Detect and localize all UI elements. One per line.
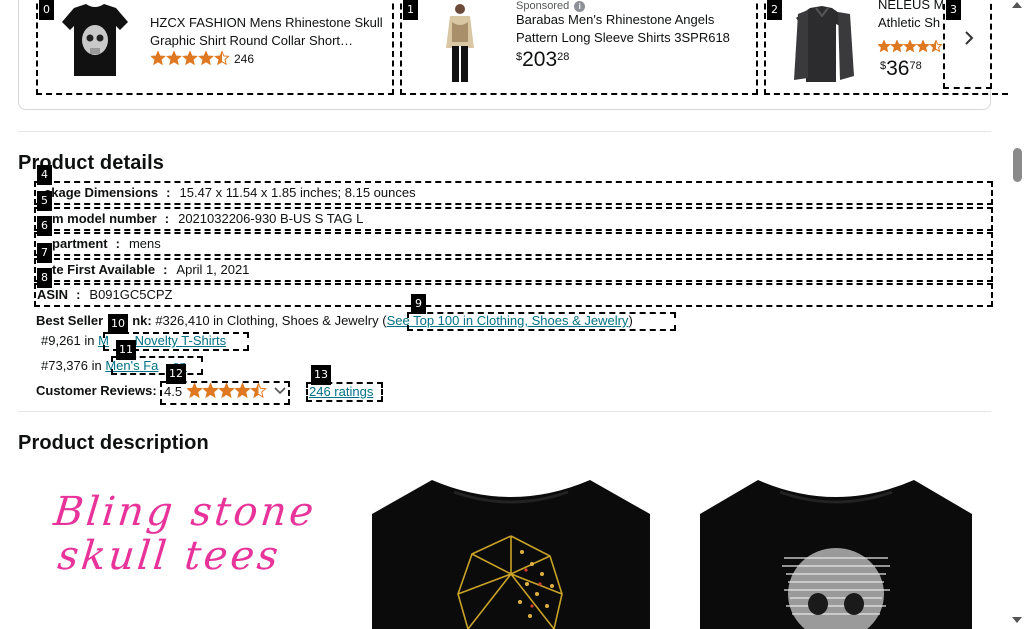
scroll-down-arrow-icon[interactable]	[1012, 617, 1022, 623]
carousel-card-1[interactable]: Sponsored i Barabas Men's Rhinestone Ang…	[400, 0, 758, 95]
rating-count[interactable]: 246	[234, 52, 254, 66]
price-whole: 203	[522, 48, 558, 71]
element-badge-2: 2	[767, 0, 782, 20]
product-image-angel-shirt[interactable]	[440, 2, 480, 86]
detail-row-department: partment: mens	[34, 232, 993, 256]
price-fraction: 78	[909, 60, 922, 72]
best-sellers-main-rank: #326,410 in Clothing, Shoes & Jewelry (	[155, 313, 387, 328]
star-fill	[203, 383, 218, 398]
detail-label: m model number	[52, 211, 157, 226]
product-title-line2[interactable]: Graphic Shirt Round Collar Short…	[150, 32, 383, 50]
star-fill	[235, 383, 250, 398]
product-title-line1[interactable]: HZCX FASHION Mens Rhinestone Skull	[150, 14, 383, 32]
description-image-gold-skull-tee	[372, 474, 650, 629]
product-image-skull-tee[interactable]	[60, 2, 130, 78]
detail-value: 15.47 x 11.54 x 1.85 inches; 8.15 ounces	[179, 185, 416, 200]
product-title-line2[interactable]: Athletic Sh	[878, 14, 952, 32]
detail-row-item-model-number: m model number:2021032206-930 B-US S TAG…	[34, 207, 993, 231]
ratings-count-link[interactable]: 246 ratings	[309, 384, 373, 399]
product-description-heading: Product description	[18, 432, 209, 454]
element-badge-9: 9	[411, 294, 426, 314]
detail-label: ASIN	[37, 287, 69, 302]
detail-separator: :	[76, 287, 81, 302]
element-badge-8: 8	[37, 268, 52, 288]
banner-line1: Bling stone	[51, 489, 319, 535]
star-fill	[187, 383, 202, 398]
detail-row-package-dimensions: ckage Dimensions:15.47 x 11.54 x 1.85 in…	[34, 181, 993, 205]
detail-value: April 1, 2021	[176, 262, 250, 277]
description-banner-image: Bling stone skull tees	[40, 489, 350, 600]
carousel-card-0[interactable]: HZCX FASHION Mens Rhinestone Skull Graph…	[36, 0, 394, 95]
detail-separator: :	[164, 211, 170, 226]
detail-value: 2021032206-930 B-US S TAG L	[178, 211, 364, 226]
rating-value: 4.5	[164, 383, 183, 399]
element-badge-11: 11	[116, 340, 136, 360]
info-icon[interactable]: i	[574, 0, 586, 12]
chevron-down-icon[interactable]	[274, 387, 286, 395]
scrollbar-thumb[interactable]	[1013, 148, 1022, 182]
star-fill	[199, 51, 213, 65]
star-fill	[183, 51, 197, 65]
product-price: $ 203 28	[516, 48, 569, 72]
scroll-up-arrow-icon[interactable]	[1012, 2, 1022, 8]
detail-row-date-first-available: te First Available: April 1, 2021	[34, 258, 993, 282]
stars-icon	[187, 383, 267, 399]
divider	[18, 131, 991, 132]
product-image-polo-shirts[interactable]	[786, 2, 860, 86]
element-badge-3: 3	[946, 0, 961, 20]
chevron-right-icon[interactable]	[956, 26, 982, 50]
detail-label: ckage Dimensions	[44, 185, 159, 200]
element-badge-1: 1	[403, 0, 418, 20]
detail-value: mens	[128, 236, 161, 251]
detail-value: B091GC5CPZ	[89, 287, 173, 302]
element-badge-4: 4	[37, 165, 52, 185]
element-badge-13: 13	[311, 365, 331, 385]
see-top-100-link-box[interactable]	[407, 312, 676, 331]
star-fill	[167, 51, 181, 65]
best-sellers-label-right: nk:	[132, 313, 152, 328]
product-title-line2[interactable]: Pattern Long Sleeve Shirts 3SPR618	[516, 29, 730, 47]
sub-rank-text: #73,376 in	[41, 358, 106, 373]
stars-icon	[878, 40, 942, 53]
element-badge-5: 5	[37, 191, 52, 211]
product-title-line1[interactable]: NELEUS Me	[878, 0, 952, 14]
page-scrollbar[interactable]	[1010, 0, 1024, 629]
element-badge-0: 0	[39, 0, 54, 20]
price-fraction: 28	[557, 51, 570, 63]
star-rating[interactable]	[878, 40, 942, 55]
element-badge-6: 6	[37, 216, 52, 236]
star-fill	[219, 383, 234, 398]
product-title-line1[interactable]: Barabas Men's Rhinestone Angels	[516, 11, 730, 29]
review-rating[interactable]: 4.5	[164, 383, 286, 399]
detail-separator: :	[163, 262, 168, 277]
banner-line2: skull tees	[55, 533, 284, 579]
detail-label: te First Available	[52, 262, 156, 277]
element-badge-7: 7	[37, 243, 52, 263]
customer-reviews-label: Customer Reviews:	[36, 383, 157, 398]
element-badge-12: 12	[166, 364, 186, 384]
sub-rank-text: #9,261 in	[41, 333, 99, 348]
detail-separator: :	[166, 185, 171, 200]
element-badge-10: 10	[108, 314, 128, 334]
star-fill	[151, 51, 165, 65]
stars-icon	[151, 51, 229, 66]
detail-separator: :	[115, 236, 120, 251]
description-image-silver-skull-tee	[700, 474, 972, 629]
divider	[18, 411, 991, 412]
star-rating[interactable]: 246	[151, 51, 254, 66]
detail-label: partment	[52, 236, 108, 251]
product-price: $ 36 78	[880, 57, 922, 81]
price-whole: 36	[886, 57, 910, 80]
detail-row-asin: ASIN: B091GC5CPZ	[34, 283, 993, 307]
best-sellers-label-left: Best Seller	[36, 313, 104, 328]
